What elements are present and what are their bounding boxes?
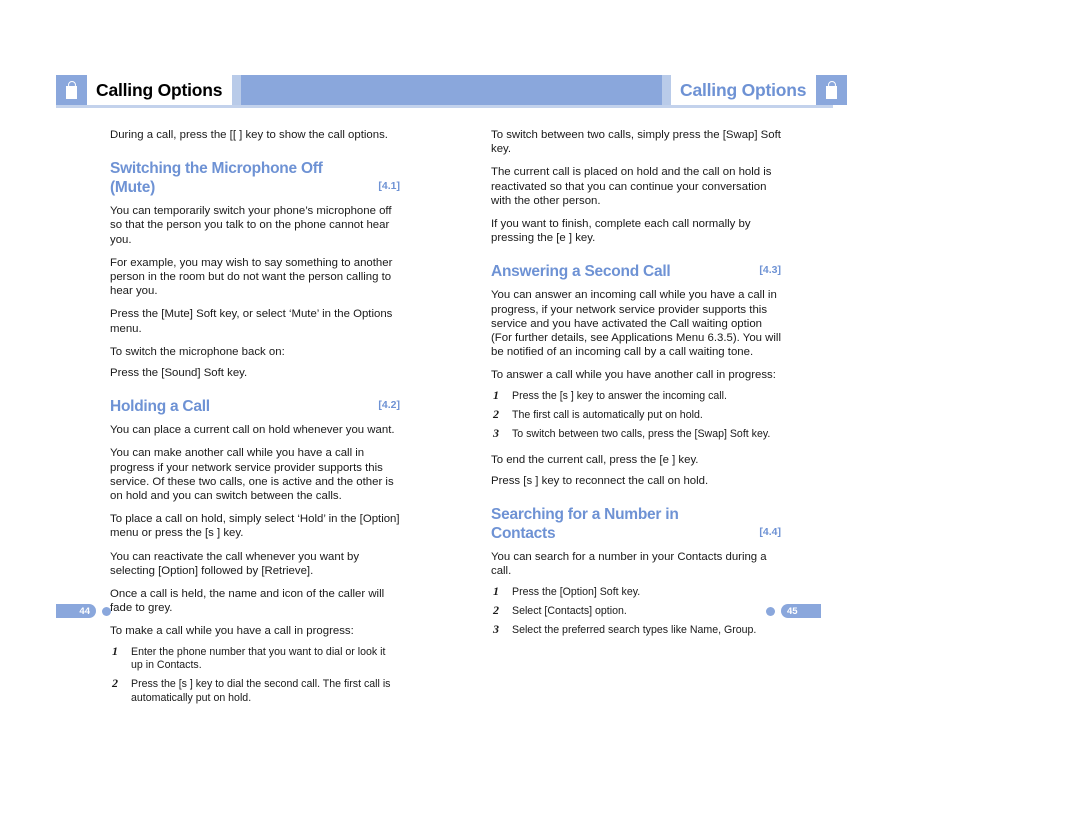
footer-dot-icon	[102, 606, 111, 616]
step-number: 1	[493, 387, 499, 402]
section-heading-mute: Switching the Microphone Off (Mute) [4.1…	[110, 159, 400, 197]
tab-separator-right	[662, 75, 671, 105]
step-number: 1	[493, 583, 499, 598]
section-number: [4.1]	[378, 180, 400, 193]
footer-left: 44	[56, 604, 111, 618]
paragraph: The current call is placed on hold and t…	[491, 166, 772, 207]
tab-separator-left	[232, 75, 242, 105]
left-page-column: During a call, press the [[ ] key to sho…	[110, 128, 400, 714]
page-number-right: 45	[781, 604, 821, 618]
chapter-title-right: Calling Options	[671, 75, 817, 105]
paragraph: To end the current call, press the [e ] …	[491, 453, 699, 466]
phone-handset-icon	[56, 75, 87, 105]
section-heading-text: Switching the Microphone Off (Mute)	[110, 160, 323, 197]
section-heading-text: Answering a Second Call	[491, 263, 671, 281]
section-heading-searching-number: Searching for a Number in Contacts [4.4]	[491, 505, 781, 543]
step-number: 2	[112, 676, 118, 691]
step-number: 2	[493, 407, 499, 422]
paragraph: To make a call while you have a call in …	[110, 625, 354, 638]
step-text: Press the [s ] key to dial the second ca…	[131, 678, 391, 704]
section-heading-holding-call: Holding a Call [4.2]	[110, 397, 400, 416]
paragraph: You can answer an incoming call while yo…	[491, 289, 781, 359]
paragraph: To place a call on hold, simply select ‘…	[110, 513, 400, 540]
right-page-column: To switch between two calls, simply pres…	[491, 128, 781, 647]
step-list: 1 Press the [s ] key to answer the incom…	[491, 387, 781, 442]
paragraph: Once a call is held, the name and icon o…	[110, 588, 385, 615]
paragraph: Press the [Mute] Soft key, or select ‘Mu…	[110, 308, 393, 335]
paragraph: Press the [Sound] Soft key.	[110, 367, 248, 380]
section-number: [4.2]	[378, 399, 400, 412]
page-number-left: 44	[56, 604, 96, 618]
section-number: [4.4]	[759, 526, 781, 539]
list-item: 2 The first call is automatically put on…	[491, 407, 781, 422]
step-number: 2	[493, 603, 499, 618]
paragraph: If you want to finish, complete each cal…	[491, 218, 751, 245]
list-item: 1 Press the [s ] key to answer the incom…	[491, 387, 781, 403]
manual-page-spread: Calling Options Calling Options During a…	[0, 0, 1080, 834]
paragraph: You can temporarily switch your phone’s …	[110, 205, 392, 246]
paragraph: For example, you may wish to say somethi…	[110, 256, 393, 298]
paragraph: To switch between two calls, simply pres…	[491, 129, 781, 156]
footer-dot-icon	[766, 606, 775, 616]
list-item: 1 Enter the phone number that you want t…	[110, 643, 400, 673]
step-list: 1 Press the [Option] Soft key. 2 Select …	[491, 583, 781, 638]
list-item: 2 Select [Contacts] option.	[491, 603, 781, 618]
step-number: 3	[493, 426, 499, 441]
chapter-title-left: Calling Options	[87, 75, 233, 105]
step-text: Select the preferred search types like N…	[512, 624, 757, 637]
section-heading-text: Holding a Call	[110, 398, 210, 416]
left-intro-paragraph: During a call, press the [[ ] key to sho…	[110, 129, 388, 141]
list-item: 3 Select the preferred search types like…	[491, 622, 781, 637]
step-text: Enter the phone number that you want to …	[131, 645, 386, 672]
paragraph: You can make another call while you have…	[110, 447, 394, 503]
paragraph: Press [s ] key to reconnect the call on …	[491, 475, 709, 488]
section-heading-answering-second-call: Answering a Second Call [4.3]	[491, 262, 781, 281]
chapter-tab-right: Calling Options	[662, 75, 848, 105]
step-text: Press the [Option] Soft key.	[512, 585, 641, 598]
section-heading-text: Searching for a Number in Contacts	[491, 506, 679, 543]
paragraph: You can reactivate the call whenever you…	[110, 550, 360, 577]
section-number: [4.3]	[759, 264, 781, 277]
step-text: The first call is automatically put on h…	[512, 409, 703, 422]
list-item: 3 To switch between two calls, press the…	[491, 426, 781, 441]
step-text: Press the [s ] key to answer the incomin…	[512, 389, 727, 402]
footer-right: 45	[766, 604, 821, 618]
phone-handset-icon	[816, 75, 848, 105]
step-text: Select [Contacts] option.	[512, 605, 627, 618]
paragraph: To switch the microphone back on:	[110, 345, 285, 358]
list-item: 1 Press the [Option] Soft key.	[491, 583, 781, 599]
list-item: 2 Press the [s ] key to dial the second …	[110, 676, 400, 705]
step-number: 1	[112, 643, 118, 658]
paragraph: You can place a current call on hold whe…	[110, 424, 395, 437]
step-list: 1 Enter the phone number that you want t…	[110, 643, 400, 706]
paragraph: To answer a call while you have another …	[491, 369, 776, 382]
paragraph: You can search for a number in your Cont…	[491, 551, 767, 578]
step-text: To switch between two calls, press the […	[512, 428, 771, 441]
chapter-tab-left: Calling Options	[56, 75, 242, 105]
step-number: 3	[493, 622, 499, 637]
